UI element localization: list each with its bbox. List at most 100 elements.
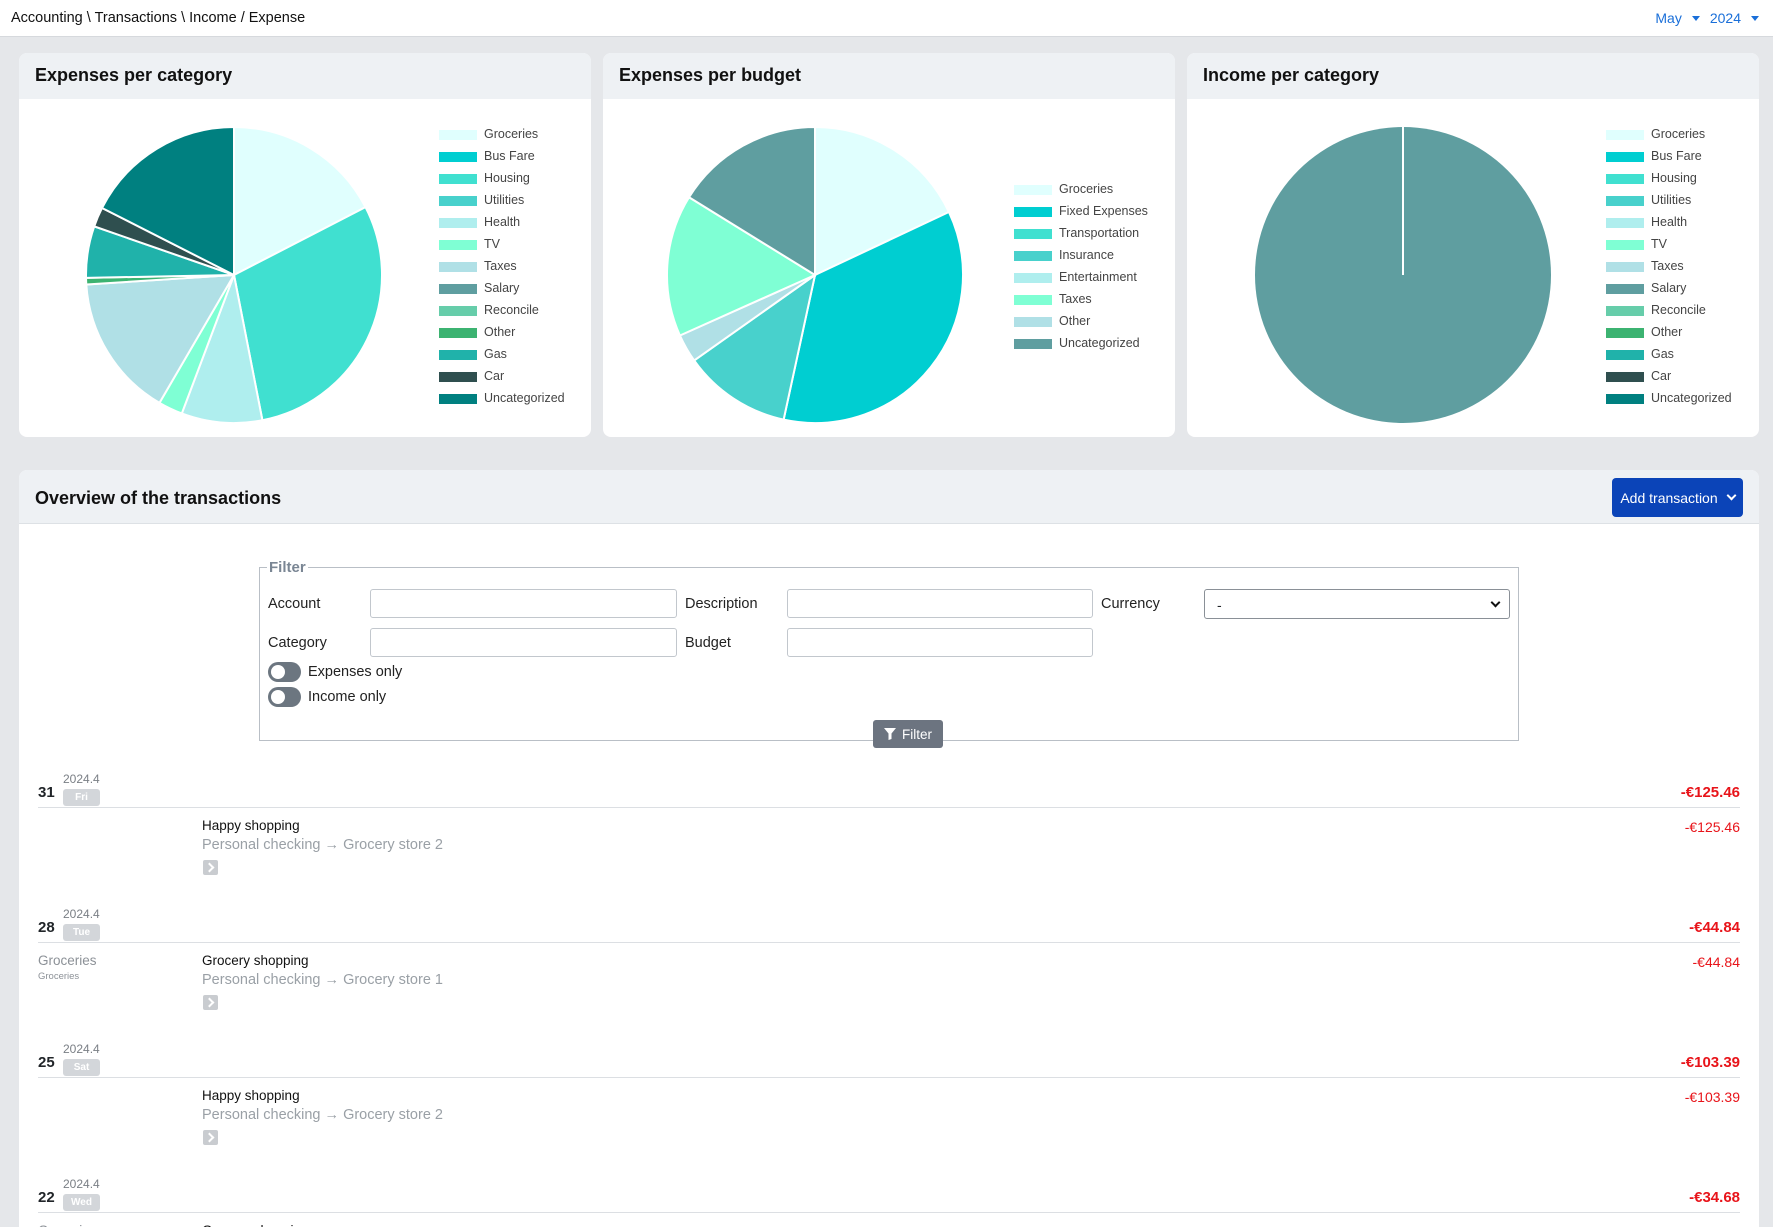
expand-icon[interactable] xyxy=(203,1130,218,1145)
legend-label: Insurance xyxy=(1059,248,1114,262)
legend-swatch xyxy=(439,350,477,360)
weekday-badge: Tue xyxy=(63,924,100,941)
legend-swatch xyxy=(1014,295,1052,305)
category-label: Category xyxy=(268,635,327,651)
legend-label: Housing xyxy=(1651,171,1697,185)
day-number: 31 xyxy=(38,784,55,801)
income-per-category-card: Income per category Groceries Bus Fare Hou… xyxy=(1187,53,1759,437)
legend-swatch xyxy=(1014,339,1052,349)
to-account: Grocery store 2 xyxy=(343,837,443,853)
arrow-right-icon: → xyxy=(320,972,344,988)
weekday-badge: Sat xyxy=(63,1059,100,1076)
add-transaction-label: Add transaction xyxy=(1620,489,1718,506)
day-total: -€44.84 xyxy=(1689,919,1740,936)
filter-button[interactable]: Filter xyxy=(873,720,943,748)
legend-label: Gas xyxy=(484,347,507,361)
expenses-per-category-pie xyxy=(85,125,383,424)
category-input[interactable] xyxy=(370,628,677,657)
expenses-per-budget-pie xyxy=(666,125,964,424)
description-input[interactable] xyxy=(787,589,1093,618)
to-account: Grocery store 1 xyxy=(343,972,443,988)
chevron-down-icon xyxy=(1490,597,1501,608)
expand-icon[interactable] xyxy=(203,995,218,1010)
currency-select[interactable]: - xyxy=(1204,589,1510,619)
card-title: Income per category xyxy=(1187,53,1759,99)
funnel-icon xyxy=(884,728,896,740)
chevron-down-icon xyxy=(1726,490,1737,501)
arrow-right-icon: → xyxy=(320,1107,344,1123)
legend-label: Taxes xyxy=(1651,259,1684,273)
day-header: 28 2024.4 Tue -€44.84 xyxy=(38,907,1740,943)
legend-swatch xyxy=(1606,284,1644,294)
legend-swatch xyxy=(1606,174,1644,184)
transaction-description[interactable]: Happy shopping xyxy=(202,1088,300,1103)
legend-label: Reconcile xyxy=(1651,303,1706,317)
legend-swatch xyxy=(1606,262,1644,272)
breadcrumb[interactable]: Accounting \ Transactions \ Income / Exp… xyxy=(11,10,305,26)
year-month: 2024.4 xyxy=(63,1177,100,1191)
legend-swatch xyxy=(439,174,477,184)
legend-swatch xyxy=(439,372,477,382)
caret-down-icon xyxy=(1751,15,1759,21)
legend-swatch xyxy=(1606,196,1644,206)
expand-icon[interactable] xyxy=(203,860,218,875)
legend-swatch xyxy=(439,306,477,316)
weekday-badge: Fri xyxy=(63,789,100,806)
legend-label: Transportation xyxy=(1059,226,1140,240)
transaction-row[interactable]: GroceriesGroceriesGrocery shoppingPerson… xyxy=(38,1215,1740,1227)
legend-swatch xyxy=(1606,218,1644,228)
transaction-row[interactable]: Happy shopping Personal checking → Grocer… xyxy=(38,810,1740,875)
legend-label: Uncategorized xyxy=(484,391,565,405)
year-select[interactable]: 2024 xyxy=(1710,10,1759,26)
legend-swatch xyxy=(1606,394,1644,404)
transaction-amount: -€44.84 xyxy=(1692,954,1740,970)
transaction-description[interactable]: Happy shopping xyxy=(202,818,300,833)
transaction-accounts: Personal checking → Grocery store 1 xyxy=(202,972,443,988)
transaction-row[interactable]: GroceriesGroceriesGrocery shoppingPerson… xyxy=(38,945,1740,1010)
legend-label: Bus Fare xyxy=(1651,149,1702,163)
legend-swatch xyxy=(439,262,477,272)
transaction-description[interactable]: Grocery shopping xyxy=(202,1223,309,1227)
account-label: Account xyxy=(268,596,321,612)
transaction-category: Groceries xyxy=(38,1223,97,1227)
legend-label: Utilities xyxy=(1651,193,1692,207)
legend-label: Uncategorized xyxy=(1059,336,1140,350)
legend-label: Groceries xyxy=(1651,127,1706,141)
currency-value: - xyxy=(1217,597,1222,613)
account-input[interactable] xyxy=(370,589,677,618)
legend-label: Taxes xyxy=(484,259,517,273)
from-account: Personal checking xyxy=(202,1107,321,1123)
expenses-only-toggle[interactable] xyxy=(268,662,301,682)
legend-label: Bus Fare xyxy=(484,149,535,163)
transaction-row[interactable]: Happy shopping Personal checking → Grocer… xyxy=(38,1080,1740,1145)
day-number: 28 xyxy=(38,919,55,936)
transactions-overview-card: Overview of the transactions Add transac… xyxy=(19,470,1759,1227)
month-select[interactable]: May xyxy=(1655,10,1700,26)
legend-swatch xyxy=(1014,317,1052,327)
day-number: 22 xyxy=(38,1189,55,1206)
transaction-description[interactable]: Grocery shopping xyxy=(202,953,309,968)
legend-label: Gas xyxy=(1651,347,1674,361)
transaction-accounts: Personal checking → Grocery store 2 xyxy=(202,1107,443,1123)
legend-label: TV xyxy=(484,237,500,251)
year-month: 2024.4 xyxy=(63,772,100,786)
legend-swatch xyxy=(439,218,477,228)
legend-swatch xyxy=(439,152,477,162)
expenses-per-budget-card: Expenses per budget Groceries Fixed Expen… xyxy=(603,53,1175,437)
income-only-toggle[interactable] xyxy=(268,687,301,707)
filter-legend: Filter xyxy=(269,559,306,576)
day-total: -€34.68 xyxy=(1689,1189,1740,1206)
to-account: Grocery store 2 xyxy=(343,1107,443,1123)
legend-swatch xyxy=(1606,328,1644,338)
legend-label: Other xyxy=(1059,314,1091,328)
top-bar: Accounting \ Transactions \ Income / Exp… xyxy=(0,0,1773,37)
period-selector: May 2024 xyxy=(1655,10,1759,26)
arrow-right-icon: → xyxy=(320,837,344,853)
budget-input[interactable] xyxy=(787,628,1093,657)
legend-label: Reconcile xyxy=(484,303,539,317)
add-transaction-button[interactable]: Add transaction xyxy=(1612,478,1743,517)
card-title: Expenses per budget xyxy=(603,53,1175,99)
filter-button-label: Filter xyxy=(902,726,932,742)
legend-swatch xyxy=(439,394,477,404)
legend-swatch xyxy=(1606,152,1644,162)
